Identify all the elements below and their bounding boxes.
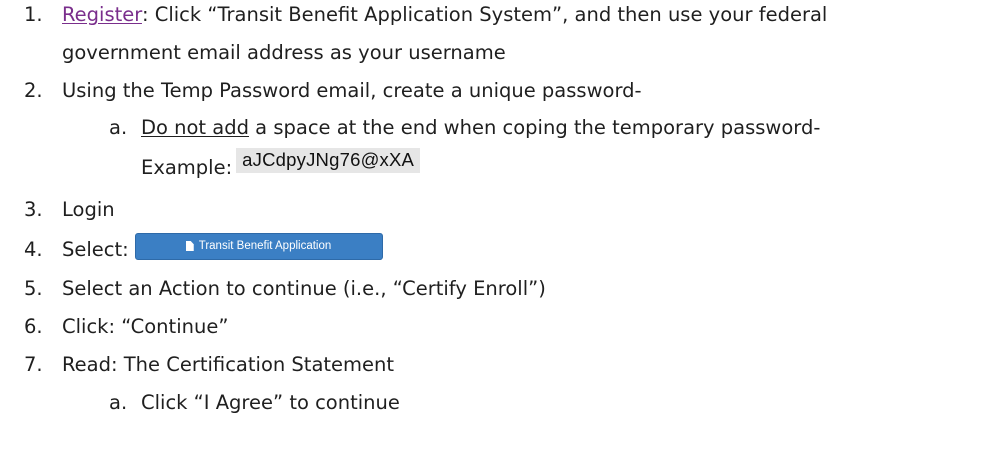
step-5-number: 5. bbox=[24, 277, 43, 300]
step-4-line: Select: Transit Benefit Application bbox=[62, 232, 383, 265]
step-7a-text: Click “I Agree” to continue bbox=[141, 391, 400, 414]
step-7-number: 7. bbox=[24, 353, 43, 376]
step-3-number: 3. bbox=[24, 198, 43, 221]
step-1-line-1: Register: Click “Transit Benefit Applica… bbox=[62, 2, 827, 28]
step-3-text: Login bbox=[62, 198, 115, 221]
step-1-text: : Click “Transit Benefit Application Sys… bbox=[141, 3, 828, 26]
step-2-number: 2. bbox=[24, 79, 43, 102]
step-1: 1. bbox=[24, 2, 43, 28]
step-2-text: Using the Temp Password email, create a … bbox=[62, 79, 642, 102]
step-7-text: Read: The Certification Statement bbox=[62, 353, 395, 376]
step-6-number: 6. bbox=[24, 315, 43, 338]
example-password-image: aJCdpyJNg76@xXA bbox=[236, 148, 421, 173]
step-2a-text: a space at the end when coping the tempo… bbox=[248, 116, 821, 139]
step-4-text: Select: bbox=[62, 238, 129, 261]
step-1-text-continued: government email address as your usernam… bbox=[62, 41, 506, 64]
step-4-number: 4. bbox=[24, 238, 43, 261]
example-label: Example: bbox=[141, 156, 233, 179]
step-2a-letter: a. bbox=[109, 116, 128, 139]
file-icon bbox=[185, 241, 194, 251]
transit-benefit-application-button: Transit Benefit Application bbox=[134, 232, 383, 260]
step-5-text: Select an Action to continue (i.e., “Cer… bbox=[62, 277, 546, 300]
step-1-line-2: government email address as your usernam… bbox=[62, 40, 506, 66]
step-2a-example: Example: aJCdpyJNg76@xXA bbox=[141, 148, 421, 181]
step-6-text: Click: “Continue” bbox=[62, 315, 229, 338]
step-7a-letter: a. bbox=[109, 391, 128, 414]
do-not-add-text: Do not add bbox=[141, 116, 249, 139]
instructions-document: 1. Register: Click “Transit Benefit Appl… bbox=[0, 0, 988, 460]
register-link[interactable]: Register bbox=[62, 3, 142, 26]
step-2a-line: Do not add a space at the end when copin… bbox=[141, 115, 820, 141]
button-label: Transit Benefit Application bbox=[198, 240, 332, 252]
step-1-number: 1. bbox=[24, 3, 43, 26]
